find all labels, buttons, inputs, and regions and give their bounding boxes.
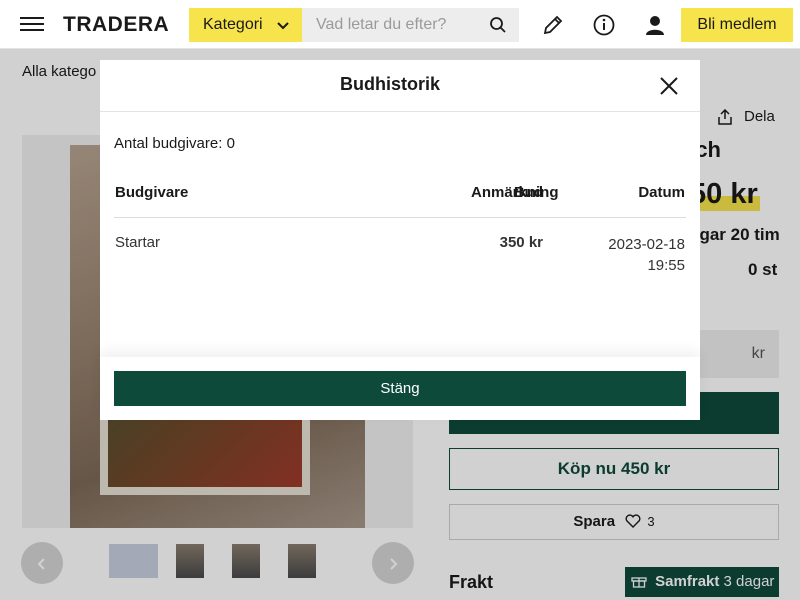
close-button[interactable]: Stäng — [114, 371, 686, 406]
modal-header: Budhistorik — [100, 60, 700, 112]
row-bid: 350 kr — [499, 234, 543, 251]
modal-footer: Stäng — [100, 357, 700, 420]
row-date-time: 19:55 — [647, 257, 685, 274]
pencil-icon[interactable] — [541, 13, 565, 37]
bid-history-modal: Budhistorik Antal budgivare: 0 Budgivare… — [100, 60, 700, 420]
row-date-day: 2023-02-18 — [608, 236, 685, 253]
column-note: Anmärkning — [471, 184, 559, 201]
info-icon[interactable] — [592, 13, 616, 37]
search-icon[interactable] — [489, 16, 507, 34]
search-box — [302, 8, 519, 42]
table-row: Startar 350 kr 2023-02-18 19:55 — [114, 218, 686, 278]
column-date: Datum — [638, 184, 685, 201]
menu-icon[interactable] — [20, 14, 44, 34]
become-member-button[interactable]: Bli medlem — [681, 8, 793, 42]
close-icon[interactable] — [657, 74, 681, 98]
row-date: 2023-02-18 19:55 — [608, 234, 685, 276]
user-icon[interactable] — [643, 13, 667, 37]
column-bidder: Budgivare — [115, 184, 189, 201]
top-header: TRADERA Kategori Bli medlem — [0, 0, 800, 49]
row-bidder: Startar — [115, 234, 161, 251]
bidder-count: Antal budgivare: 0 — [114, 135, 235, 152]
bid-history-table: Budgivare Bud Anmärkning Datum Startar 3… — [114, 175, 686, 278]
modal-title: Budhistorik — [339, 74, 440, 94]
table-header: Budgivare Bud Anmärkning Datum — [114, 175, 686, 218]
search-input[interactable] — [302, 8, 482, 42]
tradera-logo[interactable]: TRADERA — [63, 13, 169, 37]
chevron-down-icon — [277, 22, 289, 30]
category-label: Kategori — [203, 16, 263, 33]
category-button[interactable]: Kategori — [189, 8, 302, 42]
